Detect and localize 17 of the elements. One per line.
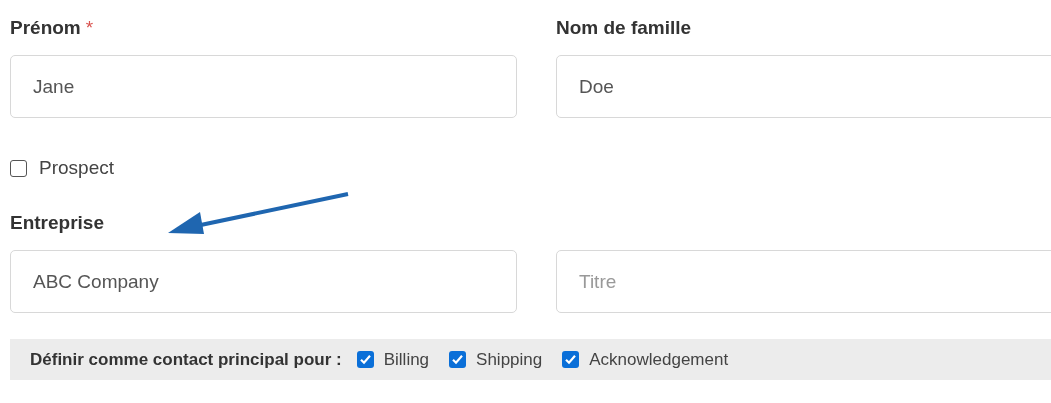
checkbox-label: Prospect	[39, 155, 114, 180]
required-asterisk: *	[85, 16, 94, 40]
field-label: Nom de famille	[556, 16, 692, 40]
text-field[interactable]: Doe	[556, 55, 1051, 118]
checkbox-label: Shipping	[476, 348, 543, 371]
checkbox[interactable]	[10, 159, 27, 177]
checkbox[interactable]	[562, 351, 580, 368]
checkbox[interactable]	[449, 351, 467, 368]
field-label: Entreprise	[10, 211, 104, 235]
field-label: Prénom	[10, 16, 81, 40]
checkbox[interactable]	[356, 351, 374, 368]
text-field[interactable]: Titre	[556, 250, 1051, 313]
text-field[interactable]: ABC Company	[10, 250, 517, 313]
checkbox-label: Billing	[383, 348, 430, 371]
checkbox-label: Acknowledgement	[589, 348, 729, 371]
text-field[interactable]: Jane	[10, 55, 517, 118]
bar-label: Définir comme contact principal pour :	[30, 348, 342, 371]
